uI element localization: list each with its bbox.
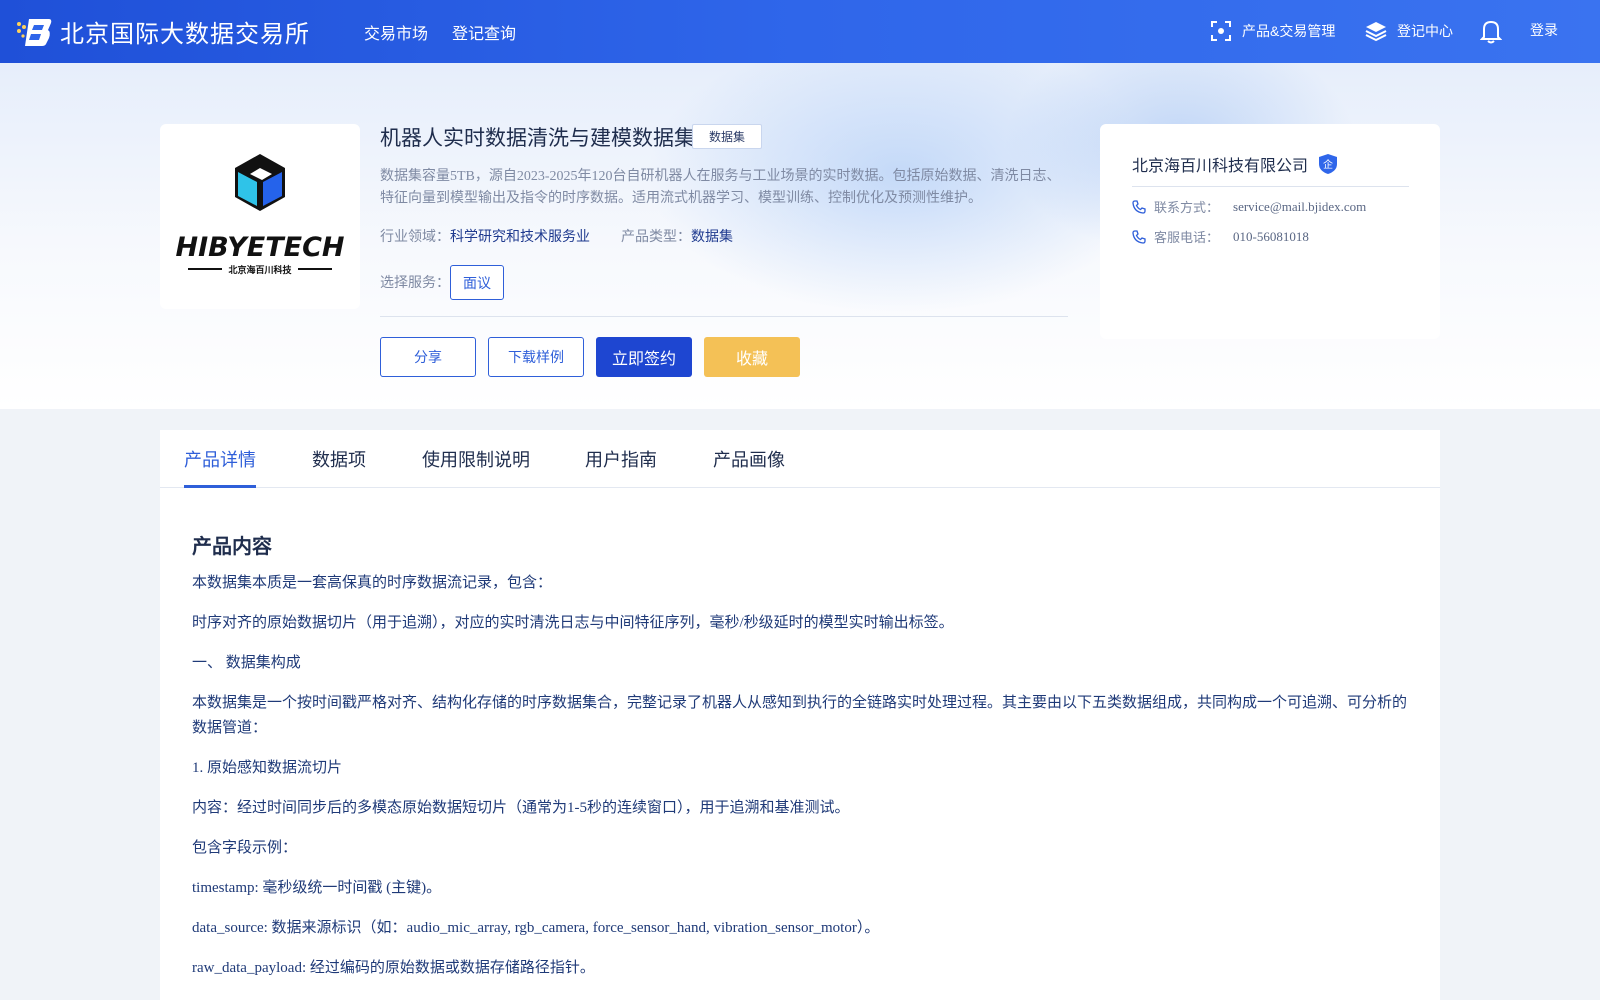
- product-detail-panel: 产品详情 数据项 使用限制说明 用户指南 产品画像 产品内容 本数据集本质是一套…: [160, 430, 1440, 1000]
- scan-focus-icon: [1211, 21, 1231, 41]
- phone-icon: [1132, 199, 1146, 214]
- active-tab-indicator: [184, 485, 256, 488]
- hero-divider: [380, 316, 1068, 317]
- register-center-link[interactable]: 登记中心: [1365, 20, 1453, 42]
- tab-product-profile[interactable]: 产品画像: [713, 446, 785, 472]
- content-paragraph: 一、 数据集构成: [192, 655, 301, 671]
- content-paragraph: 本数据集是一个按时间戳严格对齐、结构化存储的时序数据集合，完整记录了机器人从感知…: [192, 695, 1408, 736]
- svg-text:企: 企: [1323, 158, 1333, 171]
- industry-label: 行业领域：: [380, 230, 450, 245]
- phone-label: 客服电话：: [1154, 230, 1220, 245]
- product-description: 数据集容量5TB，源自2023-2025年120台自研机器人在服务与工业场景的实…: [380, 169, 1061, 206]
- company-name-row: 北京海百川科技有限公司 企: [1132, 152, 1338, 176]
- nav-trade-market[interactable]: 交易市场: [364, 20, 428, 44]
- brand-title[interactable]: 北京国际大数据交易所: [60, 14, 310, 49]
- share-button[interactable]: 分享: [380, 337, 476, 377]
- layers-icon: [1365, 22, 1387, 42]
- product-content: 产品内容 本数据集本质是一套高保真的时序数据流记录，包含： 时序对齐的原始数据切…: [192, 530, 1412, 996]
- industry-field: 行业领域：科学研究和技术服务业: [380, 226, 590, 246]
- contact-row: 联系方式： service@mail.bjidex.com: [1132, 197, 1366, 216]
- svg-text:HIBYETECH: HIBYETECH: [175, 232, 344, 263]
- bjidex-logo-icon[interactable]: [15, 16, 53, 48]
- content-paragraph: raw_data_payload: 经过编码的原始数据或数据存储路径指针。: [192, 960, 595, 976]
- product-type-value: 数据集: [691, 230, 733, 245]
- content-heading: 产品内容: [192, 536, 272, 558]
- phone-icon: [1132, 229, 1146, 244]
- detail-tabs: 产品详情 数据项 使用限制说明 用户指南 产品画像: [160, 430, 1440, 488]
- tab-user-guide[interactable]: 用户指南: [585, 446, 657, 472]
- content-paragraph: data_source: 数据来源标识（如：audio_mic_array, r…: [192, 920, 880, 936]
- industry-value: 科学研究和技术服务业: [450, 230, 590, 245]
- notifications-button[interactable]: [1480, 18, 1502, 44]
- product-type-tag: 数据集: [692, 124, 763, 149]
- bell-icon: [1480, 20, 1502, 44]
- svg-text:北京海百川科技: 北京海百川科技: [228, 264, 292, 276]
- service-phone-row: 客服电话： 010-56081018: [1132, 227, 1309, 246]
- company-name[interactable]: 北京海百川科技有限公司: [1132, 152, 1308, 176]
- product-trade-management-label: 产品&交易管理: [1242, 23, 1336, 39]
- product-trade-management-link[interactable]: 产品&交易管理: [1210, 20, 1335, 42]
- top-navigation-bar: 北京国际大数据交易所 交易市场 登记查询 产品&交易管理 登记中心 登录: [0, 0, 1600, 63]
- contact-email[interactable]: service@mail.bjidex.com: [1233, 199, 1366, 215]
- enterprise-verified-badge-icon: 企: [1319, 154, 1338, 174]
- sign-now-button[interactable]: 立即签约: [596, 337, 692, 377]
- content-paragraph: 本数据集本质是一套高保真的时序数据流记录，包含：: [192, 575, 553, 591]
- service-option-negotiable[interactable]: 面议: [450, 265, 504, 300]
- content-paragraph: timestamp: 毫秒级统一时间戳 (主键)。: [192, 880, 442, 896]
- product-logo-card: HIBYETECH 北京海百川科技: [160, 124, 360, 309]
- content-paragraph: 1. 原始感知数据流切片: [192, 760, 343, 776]
- company-divider: [1132, 186, 1409, 187]
- tab-product-details[interactable]: 产品详情: [184, 446, 256, 472]
- product-type-label: 产品类型：: [621, 230, 691, 245]
- register-center-label: 登记中心: [1397, 23, 1453, 39]
- hibyetech-logo-icon: HIBYETECH 北京海百川科技: [175, 154, 345, 276]
- tab-data-items[interactable]: 数据项: [312, 446, 366, 472]
- content-paragraph: 内容：经过时间同步后的多模态原始数据短切片（通常为1-5秒的连续窗口），用于追溯…: [192, 800, 850, 816]
- download-sample-button[interactable]: 下载样例: [488, 337, 584, 377]
- product-type-field: 产品类型：数据集: [621, 226, 733, 246]
- content-paragraph: 包含字段示例：: [192, 840, 298, 856]
- contact-label: 联系方式：: [1154, 200, 1220, 215]
- product-title: 机器人实时数据清洗与建模数据集: [380, 126, 695, 150]
- login-link[interactable]: 登录: [1530, 20, 1558, 40]
- company-card: 北京海百川科技有限公司 企 联系方式： service@mail.bjidex.…: [1100, 124, 1440, 339]
- favorite-button[interactable]: 收藏: [704, 337, 800, 377]
- content-paragraph: 时序对齐的原始数据切片（用于追溯），对应的实时清洗日志与中间特征序列，毫秒/秒级…: [192, 615, 954, 631]
- service-label: 选择服务：: [380, 276, 450, 291]
- phone-value[interactable]: 010-56081018: [1233, 229, 1309, 245]
- tab-usage-restrictions[interactable]: 使用限制说明: [422, 446, 530, 472]
- nav-registration-query[interactable]: 登记查询: [452, 20, 516, 44]
